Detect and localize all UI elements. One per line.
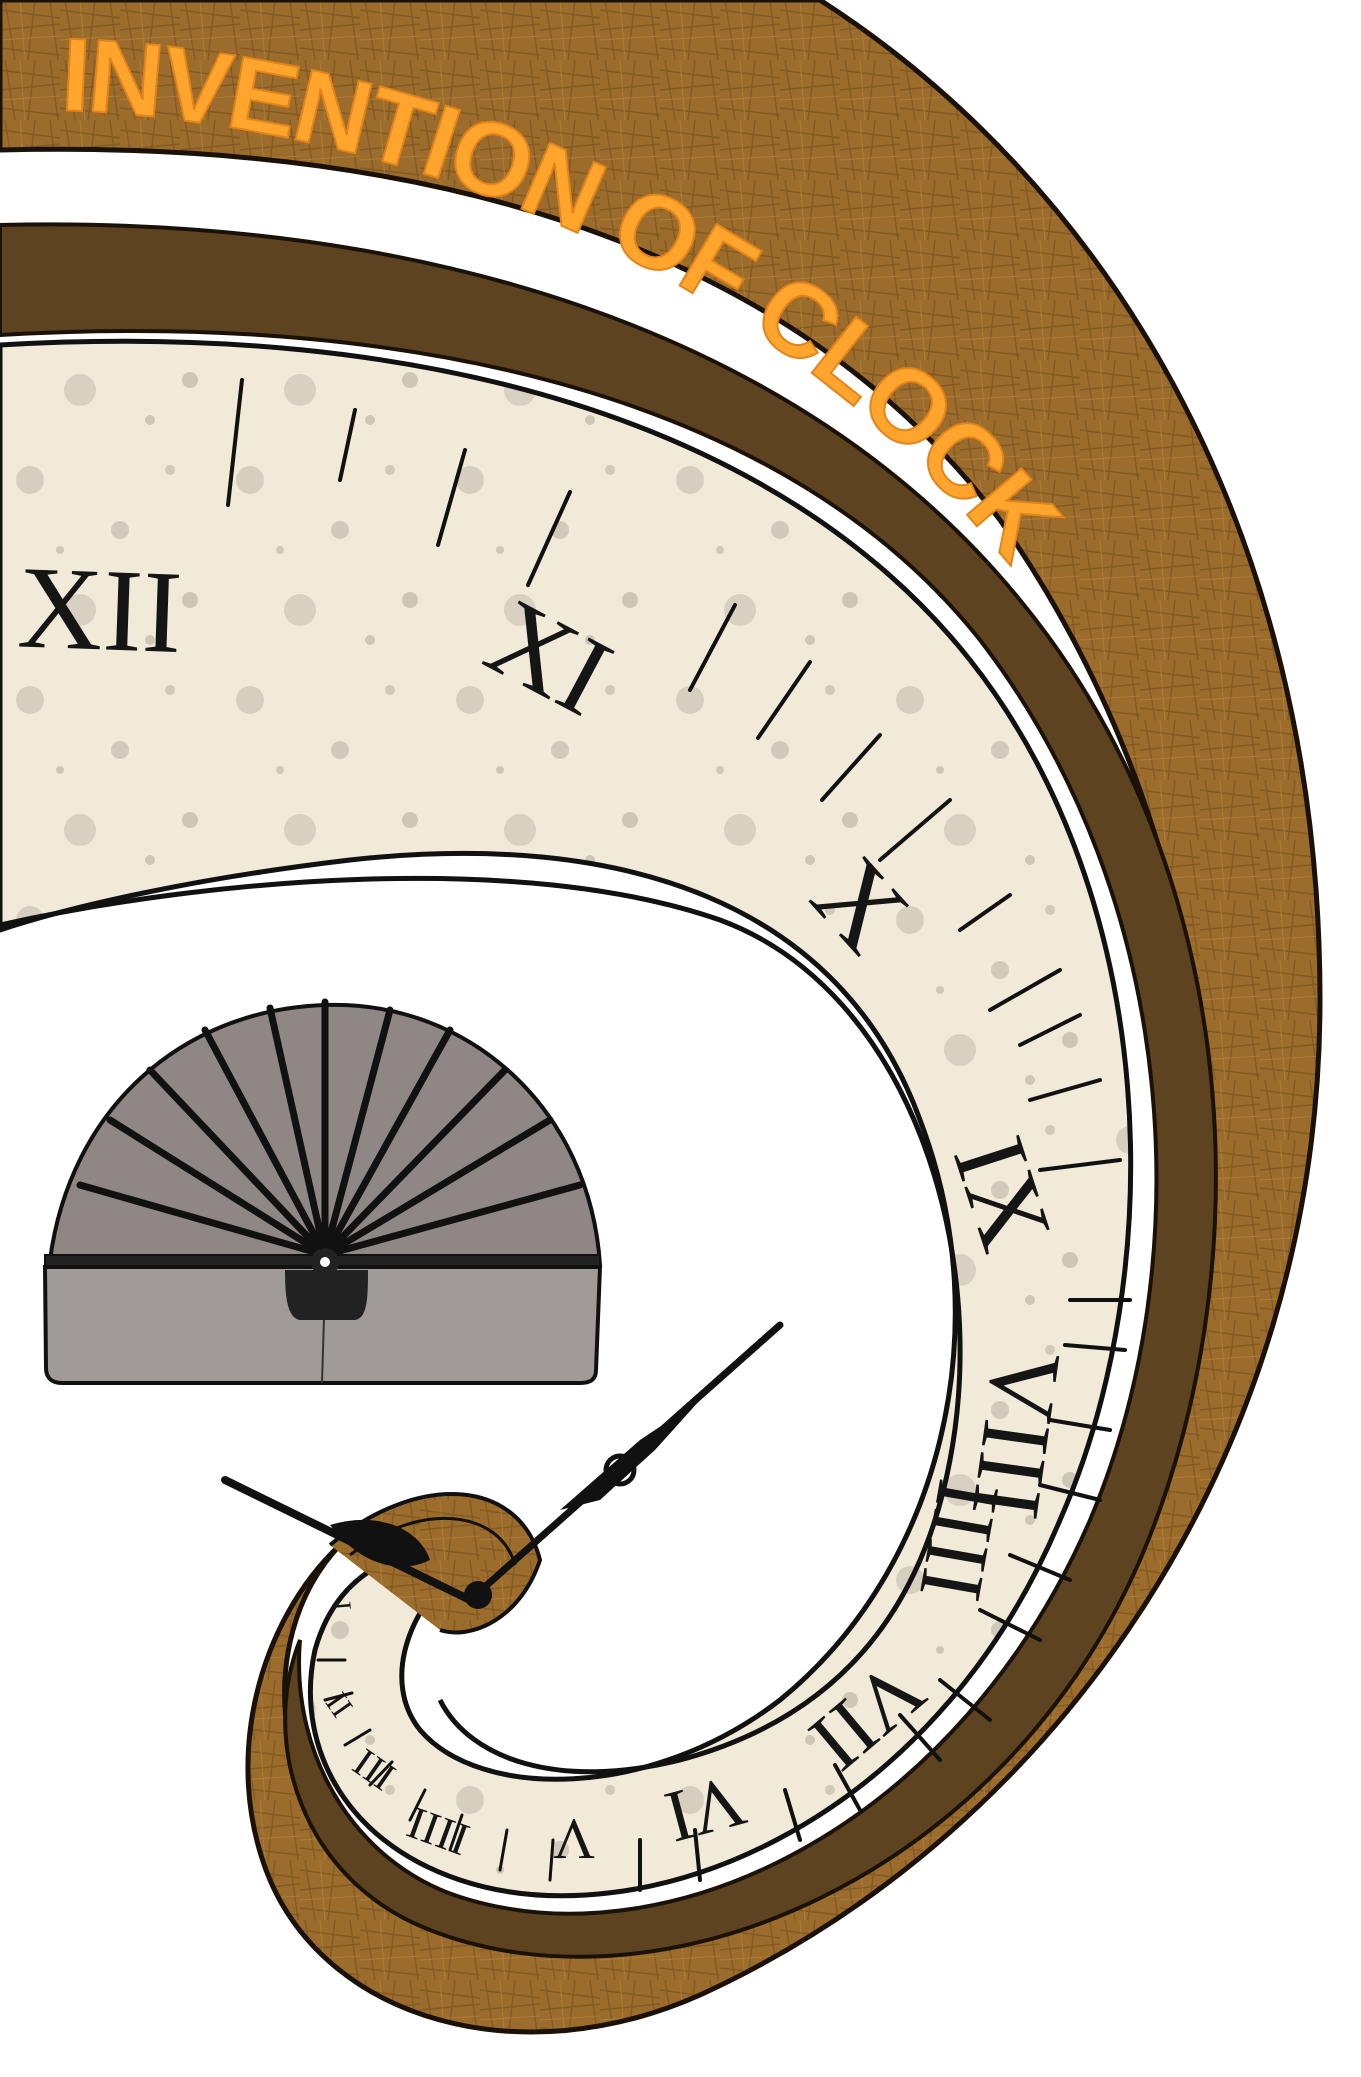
- sundial-icon: [42, 998, 603, 1385]
- hand-pivot: [464, 1581, 492, 1609]
- numeral-i: I: [327, 1600, 357, 1611]
- minute-hand-ornament: [560, 1400, 700, 1510]
- numeral-iiii: IIII: [900, 1473, 1018, 1608]
- numeral-xii: XII: [16, 541, 184, 678]
- numeral-v: V: [553, 1807, 595, 1872]
- spiral-clock-illustration: XII XI X IX VIII IIII VII VI V IIII III …: [0, 0, 1323, 2035]
